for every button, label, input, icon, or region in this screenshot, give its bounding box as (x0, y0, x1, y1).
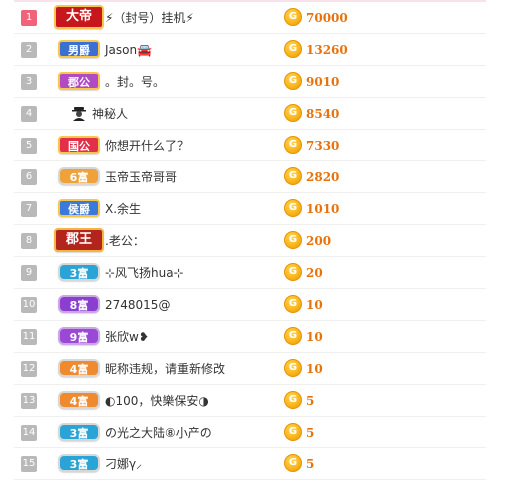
noble-badge-houjue: 侯爵 (58, 199, 100, 218)
score: 2820 (306, 170, 340, 185)
score: 7330 (306, 138, 340, 153)
nickname[interactable]: Jason🚘 (105, 42, 152, 58)
rank-row[interactable]: 10 8富 2748015@ G 10 (14, 289, 486, 321)
score: 10 (306, 361, 323, 376)
rank-row[interactable]: 12 4富 昵称违规，请重新修改 G 10 (14, 353, 486, 385)
gold-coin-icon: G (284, 454, 302, 473)
rank-number: 12 (21, 360, 37, 377)
rank-number: 13 (21, 392, 37, 409)
nickname[interactable]: 张欣w❥ (105, 329, 149, 345)
gold-coin-icon: G (284, 422, 302, 441)
rank-row[interactable]: 15 3富 刁娜γ⸝ G 5 (14, 448, 486, 481)
rank-number: 7 (21, 201, 37, 218)
wealth-badge-6: 6富 (58, 167, 100, 186)
wealth-badge-8: 8富 (58, 295, 100, 314)
nickname[interactable]: 神秘人 (92, 106, 128, 122)
rank-number: 1 (21, 10, 37, 26)
nickname[interactable]: ⊹风飞扬hua⊹ (105, 265, 184, 281)
gold-coin-icon: G (284, 295, 302, 314)
rank-row[interactable]: 8 郡王 .老公： G 200 (14, 225, 486, 258)
nickname[interactable]: 。封。号。 (105, 74, 165, 90)
gold-coin-icon: G (284, 358, 302, 377)
rank-number: 11 (21, 328, 37, 345)
noble-badge-jungong: 郡公 (58, 71, 100, 90)
nickname[interactable]: ◐100，快樂保安◑ (105, 393, 209, 409)
noble-badge-guogong: 国公 (58, 135, 100, 154)
gold-coin-icon: G (284, 390, 302, 409)
nickname[interactable]: 玉帝玉帝哥哥 (105, 169, 177, 185)
rank-number: 4 (21, 105, 37, 122)
wealth-badge-3: 3富 (58, 422, 100, 441)
rank-number: 3 (21, 73, 37, 90)
noble-badge-dadi: 大帝 (54, 5, 104, 29)
score: 9010 (306, 74, 340, 89)
gold-coin-icon: G (284, 71, 302, 90)
gold-coin-icon: G (284, 199, 302, 218)
gold-coin-icon: G (284, 326, 302, 345)
score: 200 (306, 234, 332, 249)
rank-row[interactable]: 9 3富 ⊹风飞扬hua⊹ G 20 (14, 257, 486, 290)
noble-badge-junwang: 郡王 (54, 228, 104, 253)
rank-number: 2 (21, 41, 37, 58)
score: 8540 (306, 106, 340, 121)
nickname[interactable]: 昵称违规，请重新修改 (105, 361, 225, 377)
wealth-badge-3: 3富 (58, 263, 100, 282)
nickname[interactable]: ⚡（封号）挂机⚡ (105, 10, 194, 26)
rank-row[interactable]: 7 侯爵 X.余生 G 1010 (14, 193, 486, 226)
ranking-list: 1 大帝 ⚡（封号）挂机⚡ G 70000 2 男爵 Jason🚘 G 1326… (14, 0, 486, 481)
nickname[interactable]: の光之大陆⑧小产の (105, 425, 212, 441)
score: 20 (306, 266, 323, 281)
gold-coin-icon: G (284, 231, 302, 250)
noble-badge-nanjue: 男爵 (58, 39, 100, 58)
wealth-badge-4: 4富 (58, 390, 100, 409)
score: 1010 (306, 202, 340, 217)
wealth-badge-3: 3富 (58, 454, 100, 473)
score: 5 (306, 393, 315, 408)
score: 5 (306, 425, 315, 440)
rank-number: 8 (21, 233, 37, 250)
gold-coin-icon: G (284, 167, 302, 186)
nickname[interactable]: X.余生 (105, 201, 141, 217)
rank-row[interactable]: 13 4富 ◐100，快樂保安◑ G 5 (14, 385, 486, 417)
nickname[interactable]: .老公： (105, 233, 145, 249)
score: 10 (306, 298, 323, 313)
rank-row[interactable]: 1 大帝 ⚡（封号）挂机⚡ G 70000 (14, 2, 486, 34)
nickname[interactable]: 刁娜γ⸝ (105, 456, 142, 472)
rank-row[interactable]: 5 国公 你想开什么了？ G 7330 (14, 130, 486, 162)
rank-number: 14 (21, 424, 37, 441)
rank-row[interactable]: 14 3富 の光之大陆⑧小产の G 5 (14, 417, 486, 449)
nickname[interactable]: 2748015@ (105, 297, 170, 313)
rank-row[interactable]: 11 9富 张欣w❥ G 10 (14, 321, 486, 353)
nickname[interactable]: 你想开什么了？ (105, 138, 189, 154)
rank-number: 15 (21, 456, 37, 473)
score: 13260 (306, 42, 348, 57)
wealth-badge-9: 9富 (58, 326, 100, 345)
gold-coin-icon: G (284, 39, 302, 58)
score: 70000 (306, 11, 348, 25)
gold-coin-icon: G (284, 8, 302, 26)
gold-coin-icon: G (284, 135, 302, 154)
rank-row[interactable]: 6 6富 玉帝玉帝哥哥 G 2820 (14, 161, 486, 194)
rank-row[interactable]: 2 男爵 Jason🚘 G 13260 (14, 34, 486, 66)
rank-number: 10 (21, 297, 37, 314)
score: 10 (306, 329, 323, 344)
wealth-badge-4: 4富 (58, 358, 100, 377)
score: 5 (306, 457, 315, 472)
rank-number: 9 (21, 265, 37, 282)
rank-number: 5 (21, 137, 37, 154)
mystery-man-icon (72, 106, 86, 121)
rank-number: 6 (21, 169, 37, 186)
rank-row[interactable]: 3 郡公 。封。号。 G 9010 (14, 66, 486, 98)
gold-coin-icon: G (284, 103, 302, 122)
gold-coin-icon: G (284, 263, 302, 282)
rank-row[interactable]: 4 神秘人 G 8540 (14, 98, 486, 130)
